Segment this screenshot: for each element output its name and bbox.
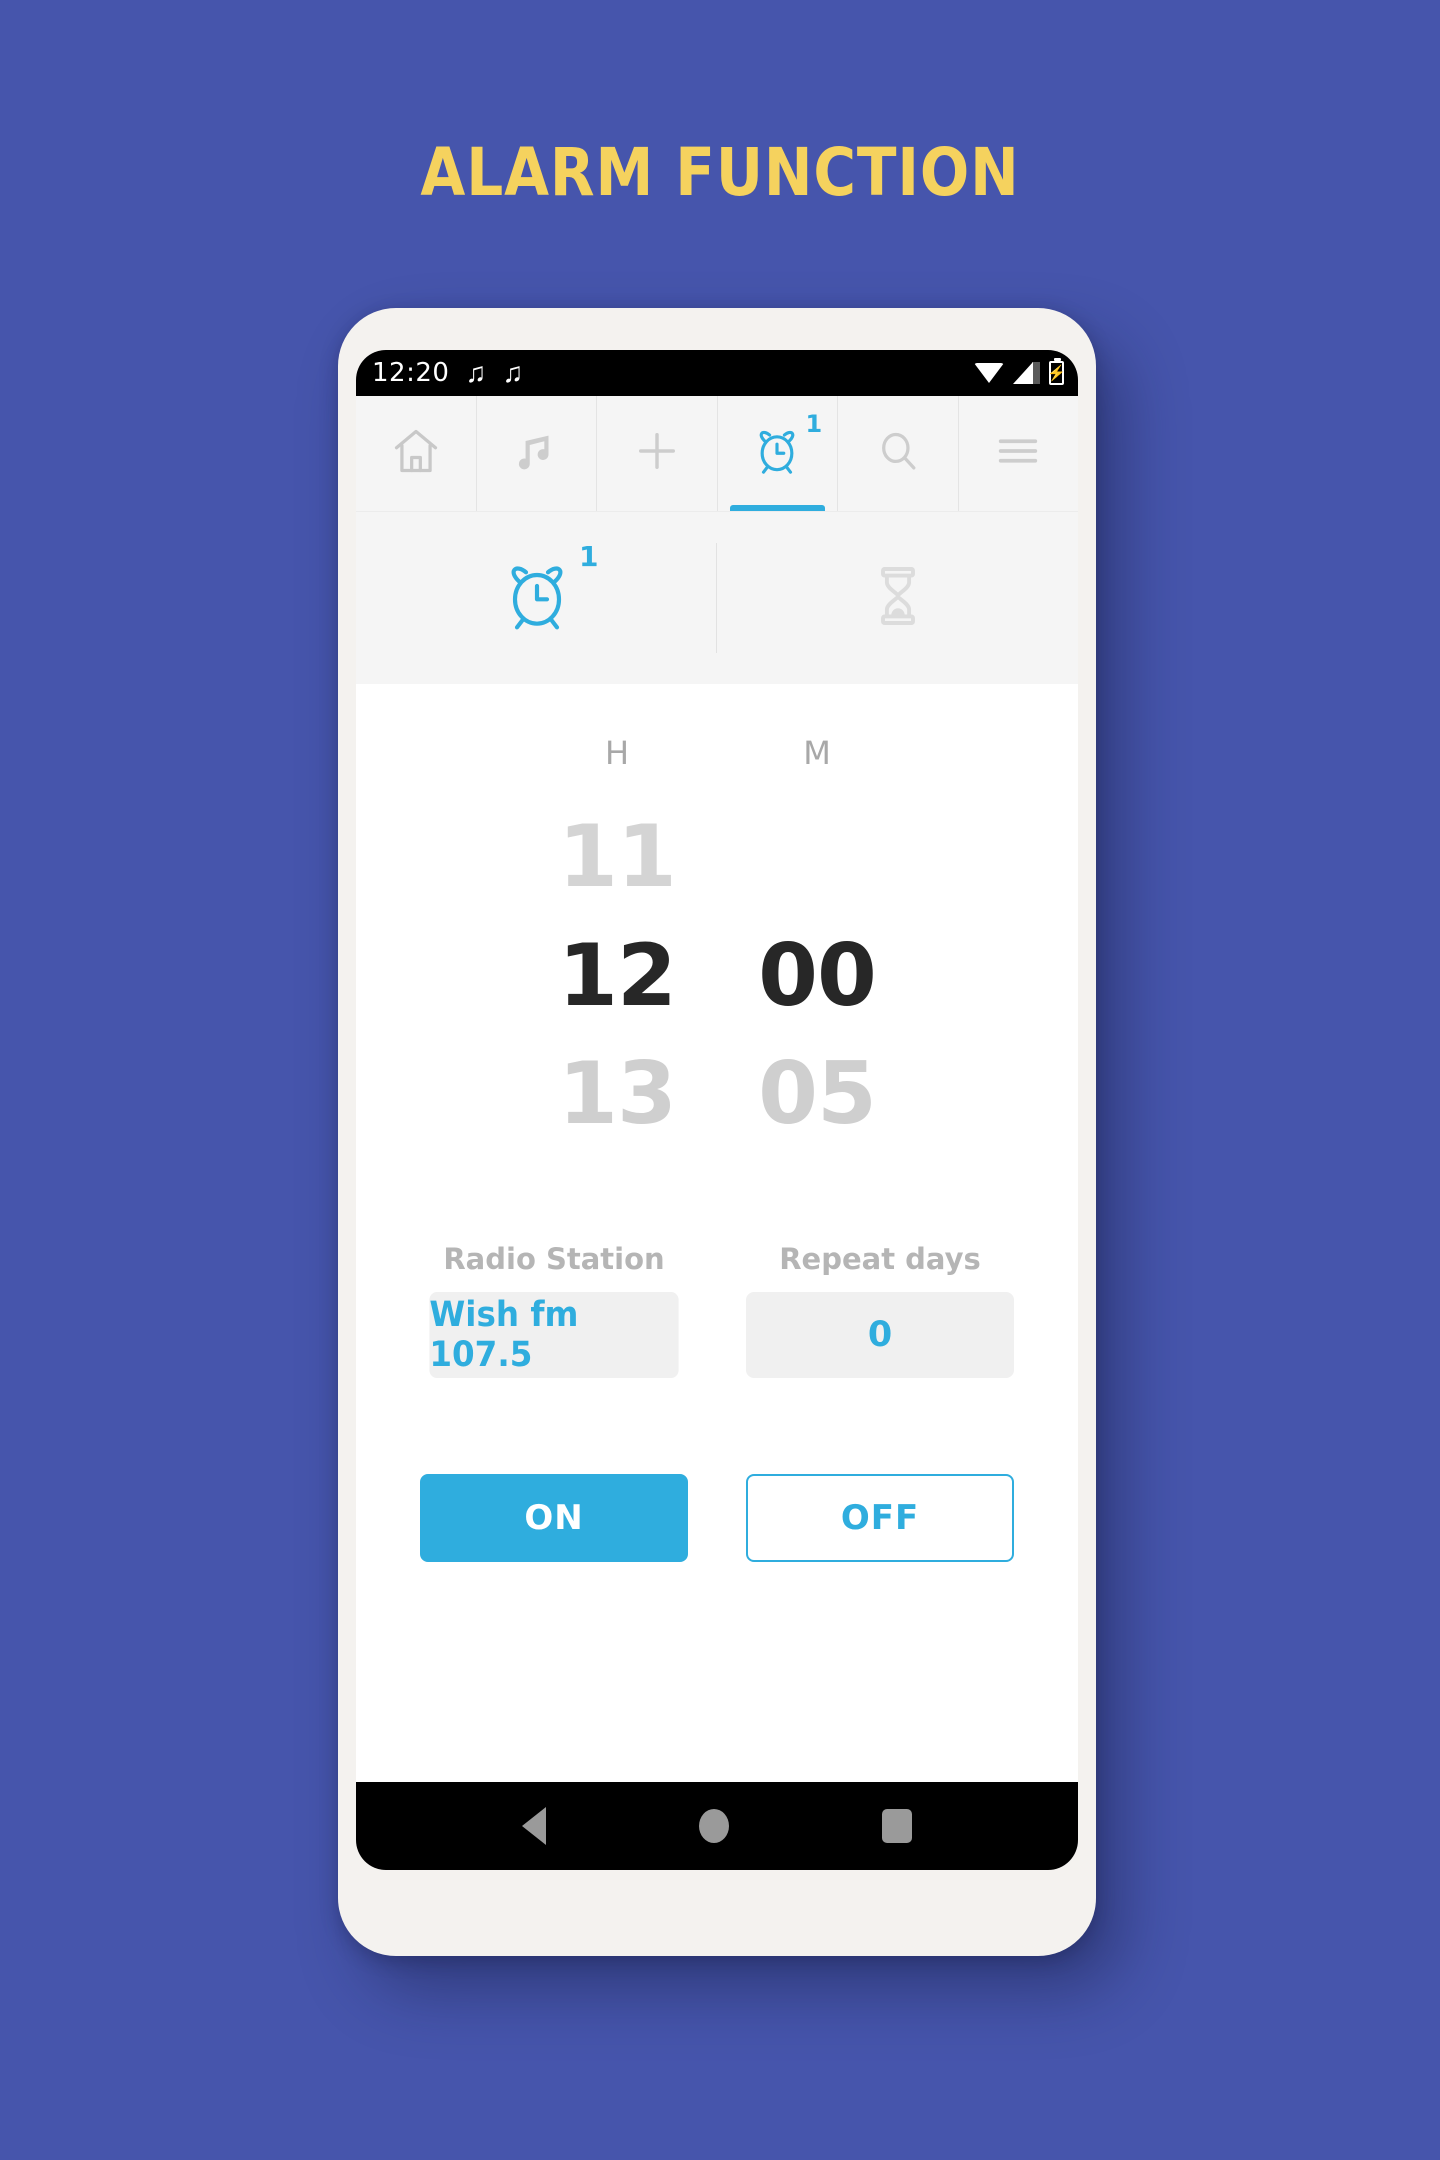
hour-picker[interactable]: 11 12 13 xyxy=(517,798,717,1154)
radio-station-label: Radio Station xyxy=(443,1242,665,1277)
plus-icon xyxy=(631,425,683,482)
home-icon xyxy=(390,425,442,482)
nav-active-indicator xyxy=(729,505,825,511)
music-note-icon: ♫ xyxy=(465,357,487,388)
time-picker-headers: H M xyxy=(356,734,1078,772)
nav-item-alarm[interactable]: 1 xyxy=(718,396,838,511)
back-icon[interactable] xyxy=(522,1807,547,1845)
minute-column-header: M xyxy=(803,734,831,772)
hour-prev-value[interactable]: 11 xyxy=(558,798,677,917)
alarm-toggle-buttons: ON OFF xyxy=(356,1474,1078,1563)
hour-next-value[interactable]: 13 xyxy=(558,1035,677,1154)
alarm-fields-row: Radio Station Wish fm 107.5 Repeat days … xyxy=(356,1242,1078,1379)
repeat-days-value[interactable]: 0 xyxy=(746,1292,1014,1379)
phone-frame: 12:20 ♫ ♫ ⚡ 1 1 H M 11 12 13 00 05 Radio… xyxy=(338,308,1096,1956)
radio-station-value[interactable]: Wish fm 107.5 xyxy=(429,1292,679,1379)
nav-item-menu[interactable] xyxy=(959,396,1079,511)
android-navigation-bar xyxy=(356,1782,1078,1870)
nav-item-search[interactable] xyxy=(838,396,959,511)
music-note-icon: ♫ xyxy=(502,357,524,388)
hamburger-menu-icon xyxy=(992,425,1044,482)
signal-icon xyxy=(1013,362,1040,384)
alarm-on-button[interactable]: ON xyxy=(420,1474,688,1563)
sub-tab-alarm[interactable]: 1 xyxy=(356,539,717,657)
home-circle-icon[interactable] xyxy=(698,1809,729,1843)
hour-current-value[interactable]: 12 xyxy=(558,917,677,1036)
page-title: ALARM FUNCTION xyxy=(420,134,1020,211)
sub-tab-alarm-badge: 1 xyxy=(579,539,599,573)
status-bar-indicators: ⚡ xyxy=(974,358,1066,385)
repeat-days-label: Repeat days xyxy=(779,1242,981,1277)
minute-next-value[interactable]: 05 xyxy=(758,1035,877,1154)
status-bar-time: 12:20 xyxy=(372,358,450,388)
hourglass-icon xyxy=(862,560,934,637)
status-bar: 12:20 ♫ ♫ ⚡ xyxy=(356,350,1078,396)
alarm-content-panel: H M 11 12 13 00 05 Radio Station Wish fm… xyxy=(356,684,1078,1782)
top-navigation-bar: 1 xyxy=(356,396,1078,512)
nav-item-add[interactable] xyxy=(597,396,718,511)
phone-screen: 12:20 ♫ ♫ ⚡ 1 1 H M 11 12 13 00 05 Radio… xyxy=(356,350,1078,1870)
minute-picker[interactable]: 00 05 xyxy=(717,798,917,1154)
repeat-days-field: Repeat days 0 xyxy=(746,1242,1014,1379)
alarm-clock-icon: 1 xyxy=(497,540,599,641)
wifi-icon xyxy=(974,363,1004,383)
search-icon xyxy=(872,425,924,482)
battery-charging-icon: ⚡ xyxy=(1047,358,1066,385)
time-picker-wheels: 11 12 13 00 05 xyxy=(356,798,1078,1154)
nav-item-music[interactable] xyxy=(477,396,597,511)
radio-station-field: Radio Station Wish fm 107.5 xyxy=(420,1242,688,1379)
nav-item-home[interactable] xyxy=(356,396,477,511)
sub-tab-bar: 1 xyxy=(356,512,1078,684)
minute-current-value[interactable]: 00 xyxy=(758,917,877,1036)
alarm-off-button[interactable]: OFF xyxy=(746,1474,1014,1563)
recents-square-icon[interactable] xyxy=(881,1809,912,1843)
sub-tab-timer[interactable] xyxy=(717,539,1078,657)
minute-prev-value[interactable] xyxy=(803,798,832,917)
alarm-clock-icon: 1 xyxy=(750,410,822,483)
music-note-icon xyxy=(511,426,561,481)
nav-alarm-badge: 1 xyxy=(805,410,823,438)
hour-column-header: H xyxy=(604,734,630,772)
